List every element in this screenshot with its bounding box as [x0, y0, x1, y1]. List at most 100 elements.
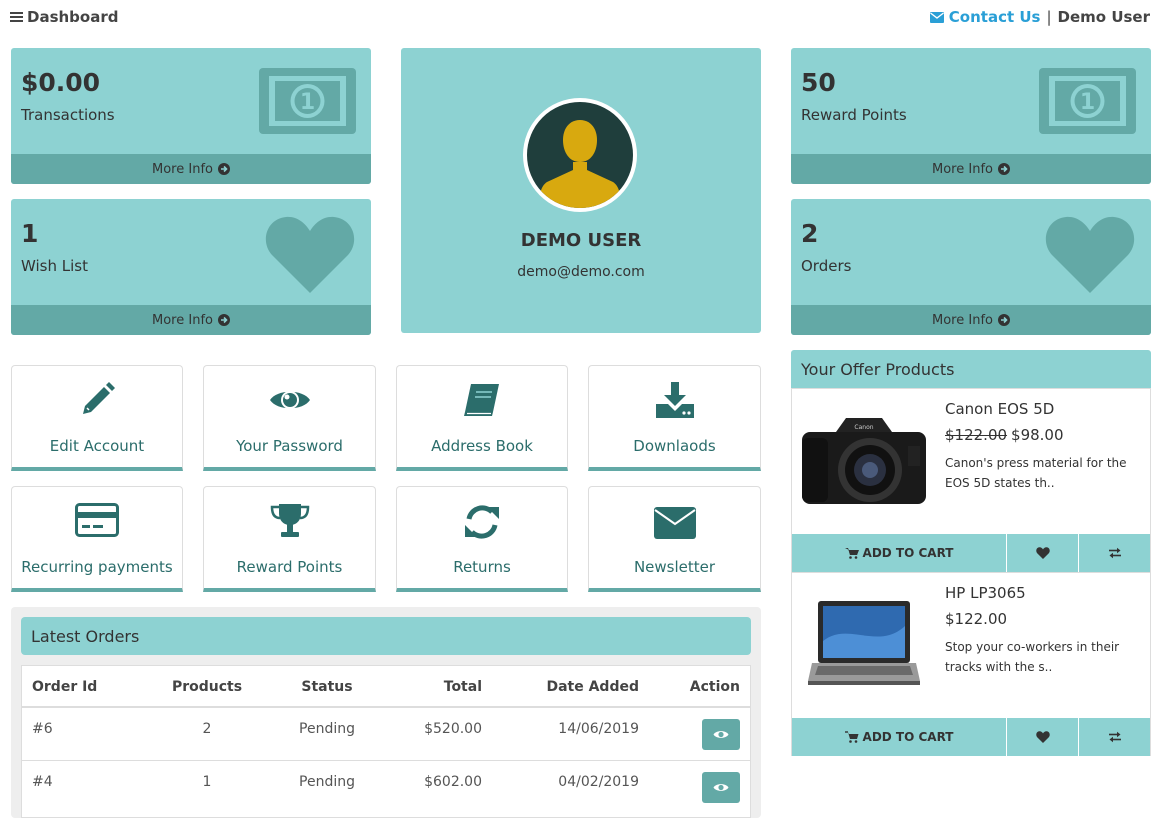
add-to-cart-button[interactable]: ADD TO CART: [792, 534, 1007, 572]
order-total: $520.00: [424, 721, 482, 737]
order-status: Pending: [299, 774, 355, 790]
reward-points-link[interactable]: Reward Points: [203, 486, 376, 592]
returns-label: Returns: [453, 558, 511, 576]
avatar: [523, 98, 637, 212]
order-date: 14/06/2019: [558, 721, 639, 737]
svg-text:1: 1: [300, 90, 315, 115]
recurring-payments-label: Recurring payments: [21, 558, 173, 576]
dashboard-label: Dashboard: [27, 8, 119, 26]
exchange-icon: [1108, 731, 1121, 743]
orders-table: Order Id Products Status Total Date Adde…: [21, 665, 751, 818]
compare-button[interactable]: [1079, 534, 1150, 572]
product-actions: ADD TO CART: [792, 718, 1150, 756]
profile-email: demo@demo.com: [517, 264, 645, 280]
product-description: Stop your co-workers in their tracks wit…: [945, 640, 1120, 674]
transactions-value: $0.00: [21, 68, 101, 97]
add-to-cart-button[interactable]: ADD TO CART: [792, 718, 1007, 756]
dashboard-title[interactable]: Dashboard: [10, 8, 118, 26]
view-order-button[interactable]: [702, 719, 740, 750]
reward-points-tile: 50 Reward Points 1 More Info: [791, 48, 1151, 184]
more-info-label: More Info: [932, 161, 993, 177]
address-book-label: Address Book: [431, 437, 533, 455]
money-bill-icon: 1: [259, 68, 356, 134]
cart-icon: [844, 731, 859, 743]
heart-icon: [1045, 216, 1135, 293]
svg-text:1: 1: [1080, 90, 1095, 115]
transactions-label: Transactions: [21, 106, 115, 124]
contact-us-link[interactable]: Contact Us: [929, 8, 1041, 26]
wishlist-label: Wish List: [21, 257, 88, 275]
user-silhouette-icon: [539, 120, 621, 208]
orders-more-info[interactable]: More Info: [791, 305, 1151, 335]
camera-image[interactable]: Canon: [802, 414, 926, 508]
refresh-icon: [465, 505, 499, 539]
eye-icon: [713, 784, 729, 791]
col-action: Action: [689, 679, 740, 695]
new-price: $98.00: [1011, 426, 1064, 444]
order-status: Pending: [299, 721, 355, 737]
cart-icon: [844, 548, 859, 559]
book-icon: [464, 384, 499, 416]
product-actions: ADD TO CART: [792, 534, 1150, 572]
product-name[interactable]: Canon EOS 5D: [945, 400, 1054, 418]
header-right: Contact Us | Demo User: [929, 8, 1150, 26]
reward-points-more-info[interactable]: More Info: [791, 154, 1151, 184]
product-card-hp: HP LP3065 $122.00 Stop your co-workers i…: [791, 572, 1151, 756]
eye-icon: [269, 391, 310, 409]
more-info-label: More Info: [152, 161, 213, 177]
downloads-link[interactable]: Downlaods: [588, 365, 761, 471]
download-icon: [655, 382, 694, 418]
order-total: $602.00: [424, 774, 482, 790]
old-price: $122.00: [945, 426, 1008, 444]
pencil-icon: [83, 382, 115, 414]
reward-points-value: 50: [801, 68, 836, 97]
product-description: Canon's press material for the EOS 5D st…: [945, 456, 1127, 490]
heart-icon: [265, 216, 355, 293]
contact-us-label: Contact Us: [948, 8, 1041, 26]
reward-points-link-label: Reward Points: [236, 558, 343, 576]
col-date-added: Date Added: [546, 679, 639, 695]
bars-icon: [10, 12, 23, 22]
exchange-icon: [1108, 547, 1121, 559]
newsletter-label: Newsletter: [633, 558, 716, 576]
order-id: #6: [32, 721, 53, 737]
arrow-circle-right-icon: [217, 163, 230, 175]
wishlist-value: 1: [21, 219, 39, 248]
downloads-label: Downlaods: [633, 437, 716, 455]
header-separator: |: [1046, 8, 1052, 26]
wishlist-tile: 1 Wish List More Info: [11, 199, 371, 335]
reward-points-label: Reward Points: [801, 106, 907, 124]
product-price: $122.00: [945, 610, 1007, 628]
new-price: $122.00: [945, 610, 1008, 628]
order-products: 1: [202, 774, 212, 790]
address-book-link[interactable]: Address Book: [396, 365, 568, 471]
col-status: Status: [301, 679, 353, 695]
returns-link[interactable]: Returns: [396, 486, 568, 592]
svg-text:Canon: Canon: [854, 424, 873, 431]
view-order-button[interactable]: [702, 772, 740, 803]
recurring-payments-link[interactable]: Recurring payments: [11, 486, 183, 592]
compare-button[interactable]: [1079, 718, 1150, 756]
wishlist-more-info[interactable]: More Info: [11, 305, 371, 335]
laptop-image[interactable]: [808, 601, 920, 689]
trophy-icon: [270, 504, 309, 537]
edit-account-link[interactable]: Edit Account: [11, 365, 183, 471]
add-to-wishlist-button[interactable]: [1007, 718, 1079, 756]
col-order-id: Order Id: [32, 679, 98, 695]
transactions-more-info[interactable]: More Info: [11, 154, 371, 184]
money-bill-icon: 1: [1039, 68, 1136, 134]
offer-products-title: Your Offer Products: [791, 350, 1151, 388]
order-products: 2: [202, 721, 212, 737]
add-to-wishlist-button[interactable]: [1007, 534, 1079, 572]
envelope-icon: [929, 11, 944, 23]
more-info-label: More Info: [932, 312, 993, 328]
your-password-link[interactable]: Your Password: [203, 365, 376, 471]
product-card-canon: Canon Canon EOS 5D $122.00 $98.00 Canon's…: [791, 388, 1151, 572]
heart-icon: [1035, 731, 1050, 743]
product-name[interactable]: HP LP3065: [945, 584, 1026, 602]
user-name-link[interactable]: Demo User: [1058, 8, 1150, 26]
credit-card-icon: [75, 503, 119, 537]
latest-orders-panel: Latest Orders Order Id Products Status T…: [11, 607, 761, 818]
newsletter-link[interactable]: Newsletter: [588, 486, 761, 592]
your-password-label: Your Password: [236, 437, 343, 455]
